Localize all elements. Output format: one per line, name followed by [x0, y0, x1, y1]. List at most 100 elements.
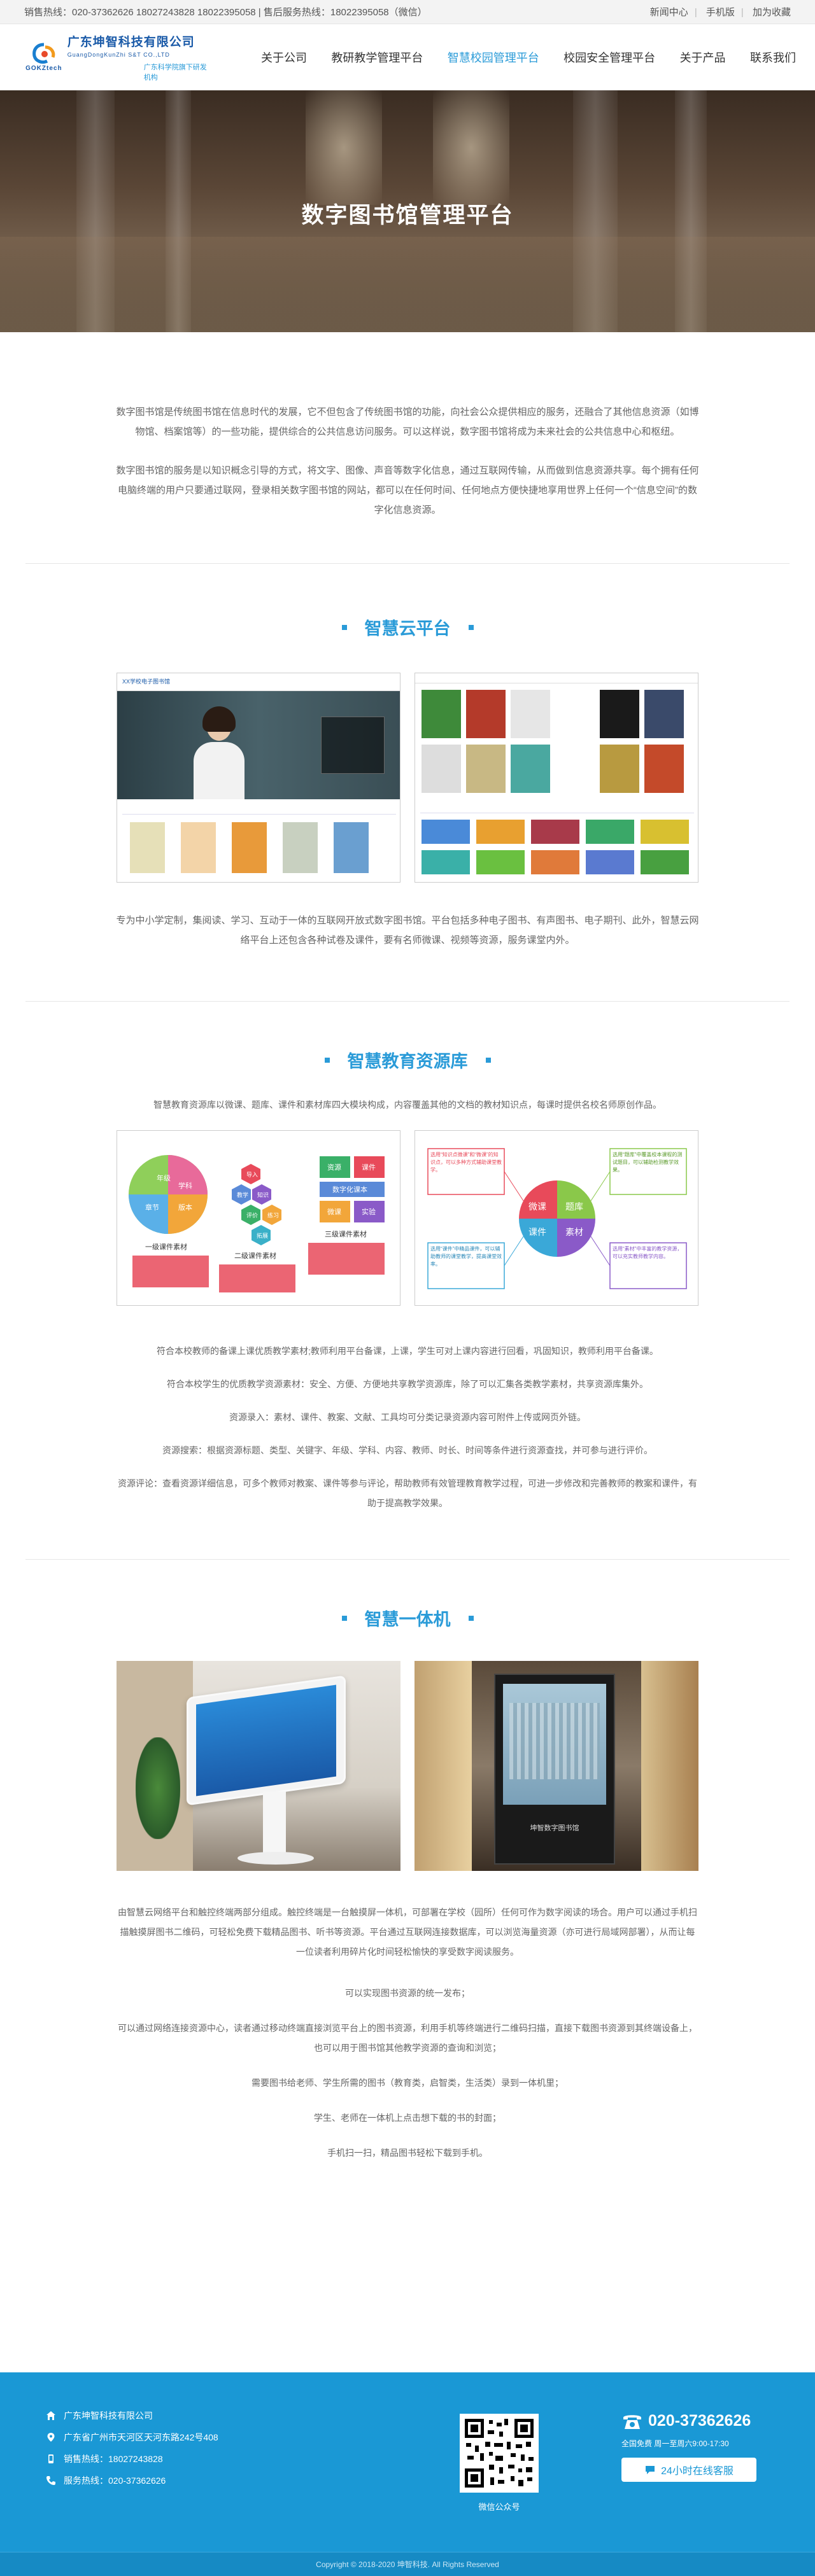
book-cover: [334, 822, 369, 873]
book-cover: [511, 690, 550, 738]
book-cover: [600, 745, 639, 793]
qr-code-icon: [460, 2414, 539, 2493]
level-label: 三级课件素材: [325, 1229, 367, 1238]
title-dot: [324, 1057, 330, 1063]
section-title-cloud: 智慧云平台: [0, 615, 815, 640]
quadrant-note: 选用“素材”中丰富的教学资源，可以充实教师教学内容。: [613, 1246, 683, 1259]
plant-shape: [136, 1737, 180, 1839]
footer-contact: 广东坤智科技有限公司 广东省广州市天河区天河东路242号408 销售热线：180…: [46, 2409, 218, 2496]
title-dot: [485, 1057, 491, 1063]
logo-icon: [32, 43, 55, 64]
hero-floor: [0, 237, 815, 332]
company-english: GuangDongKunZhi S&T CO.,LTD: [67, 51, 170, 58]
cloud-description: 专为中小学定制，集阅读、学习、互动于一体的互联网开放式数字图书馆。平台包括多种电…: [116, 915, 699, 946]
book-cover: [644, 690, 684, 738]
resource-paragraph: 资源录入：素材、课件、教案、文献、工具均可分类记录资源内容可附件上传或网页外链。: [229, 1412, 586, 1422]
footer-company: 广东坤智科技有限公司: [64, 2411, 153, 2421]
footer-sales-row: 销售热线：18027243828: [46, 2453, 218, 2465]
kiosk-base: [237, 1852, 314, 1865]
page: 销售热线：020-37362626 18027243828 1802239505…: [0, 0, 815, 2576]
qr-label: 微信公众号: [478, 2502, 520, 2512]
section-title-resource: 智慧教育资源库: [0, 1047, 815, 1072]
online-service-label: 24小时在线客服: [661, 2466, 734, 2477]
footer-address-row: 广东省广州市天河区天河东路242号408: [46, 2431, 218, 2444]
book-cover: [586, 850, 634, 874]
nav-campus-security[interactable]: 校园安全管理平台: [563, 43, 655, 72]
kiosk-paragraphs: 由智慧云网络平台和触控终端两部分组成。触控终端是一台触摸屏一体机，可部署在学校（…: [0, 1903, 815, 2163]
book-cover: [422, 745, 461, 793]
nav-about[interactable]: 关于公司: [261, 43, 307, 72]
top-links: 新闻中心 | 手机版 | 加为收藏: [644, 5, 791, 18]
home-icon: [46, 2411, 55, 2420]
chat-icon: [646, 2466, 655, 2474]
title-dot: [468, 624, 474, 630]
intro-paragraph: 数字图书馆的服务是以知识概念引导的方式，将文字、图像、声音等数字化信息，通过互联…: [116, 465, 699, 515]
company-name: 广东坤智科技有限公司: [67, 35, 195, 49]
block-label: 资源: [327, 1163, 341, 1172]
quadrant-label: 课件: [528, 1227, 546, 1237]
screen-content: [196, 1684, 336, 1796]
telephone-icon: [623, 2414, 641, 2429]
kiosk-photo-left: [117, 1661, 400, 1871]
hex-label: 知识: [257, 1191, 269, 1198]
logo-brand-block: GOKZtech: [25, 42, 62, 72]
resource-subtitle: 智慧教育资源库以微课、题库、课件和素材库四大模块构成，内容覆盖其他的文档的教材知…: [153, 1100, 662, 1110]
hero-banner: 数字图书馆管理平台: [0, 90, 815, 332]
qr-block: 微信公众号: [460, 2414, 539, 2512]
column-right: [641, 1661, 698, 1871]
quadrant-note: 选用“知识点微课”和“微课”的知识点，可以多种方式辅助课堂教学。: [430, 1152, 502, 1173]
kiosk-title: 智慧一体机: [364, 1610, 451, 1629]
kiosk-body: 坤智数字图书馆: [494, 1674, 615, 1865]
cloud-screenshot-left: XX学校电子图书馆: [117, 673, 400, 883]
logo[interactable]: GOKZtech 广东坤智科技有限公司 GuangDongKunZhi S&T …: [25, 32, 210, 82]
book-cover: [130, 822, 165, 873]
book-cover: [476, 850, 525, 874]
quadrant-label: 素材: [565, 1227, 583, 1237]
footer-phone: 020-37362626: [648, 2412, 751, 2430]
hero-light: [306, 90, 382, 205]
resource-images: 年级 学科 版本 章节 导入 教学 知识 评价 练习 拓展 资源 课件 数字化课…: [0, 1130, 815, 1306]
book-cover: [232, 822, 267, 873]
separator: |: [694, 7, 697, 18]
screen-header: XX学校电子图书馆: [117, 673, 400, 691]
separator: |: [741, 7, 744, 18]
resource-paragraph: 符合本校学生的优质教学资源素材：安全、方便、方便地共享教学资源库，除了可以汇集各…: [167, 1379, 648, 1389]
location-icon: [47, 2433, 55, 2442]
kiosk-images: 坤智数字图书馆: [0, 1661, 815, 1871]
section-title-kiosk: 智慧一体机: [0, 1606, 815, 1630]
nav-contact[interactable]: 联系我们: [750, 43, 796, 72]
phone-icon: [46, 2476, 55, 2485]
cloud-screenshot-right: [415, 673, 698, 883]
book-cover: [511, 745, 550, 793]
mobile-icon: [48, 2454, 53, 2463]
nav-teaching[interactable]: 教研教学管理平台: [331, 43, 423, 72]
divider: [25, 1559, 790, 1560]
footer-service-row: 服务热线：020-37362626: [46, 2474, 218, 2487]
footer: 广东坤智科技有限公司 广东省广州市天河区天河东路242号408 销售热线：180…: [0, 2372, 815, 2576]
resource-diagram-left: 年级 学科 版本 章节 导入 教学 知识 评价 练习 拓展 资源 课件 数字化课…: [117, 1130, 400, 1306]
hotline-text: 销售热线：020-37362626 18027243828 1802239505…: [24, 7, 427, 18]
block-label: 数字化课本: [332, 1185, 367, 1194]
login-box: [321, 717, 385, 774]
book-cover: [531, 850, 579, 874]
screen-sub-header: [420, 804, 694, 813]
level-label: 二级课件素材: [234, 1251, 276, 1260]
online-service-button[interactable]: 24小时在线客服: [621, 2458, 756, 2482]
top-link-news[interactable]: 新闻中心: [650, 7, 688, 18]
book-cover: [586, 820, 634, 844]
top-link-favorite[interactable]: 加为收藏: [753, 7, 791, 18]
book-cover: [422, 850, 470, 874]
footer-hours: 全国免费 周一至周六9:00-17:30: [621, 2439, 729, 2448]
resource-paragraph: 资源搜索：根据资源标题、类型、关键字、年级、学科、内容、教师、时长、时间等条件进…: [162, 1445, 653, 1455]
quadrant-note: 选用“课件”中精品课件，可以辅助教师的课堂教学，提高课堂效率。: [430, 1246, 502, 1267]
nav-products[interactable]: 关于产品: [680, 43, 726, 72]
top-link-mobile[interactable]: 手机版: [706, 7, 735, 18]
copyright: Copyright © 2018-2020 坤智科技. All Rights R…: [0, 2552, 815, 2576]
book-cover: [466, 745, 506, 793]
book-cover: [531, 820, 579, 844]
nav-smart-campus[interactable]: 智慧校园管理平台: [448, 43, 539, 72]
hex-label: 导入: [246, 1172, 258, 1178]
resource-diagram-chart: 年级 学科 版本 章节 导入 教学 知识 评价 练习 拓展 资源 课件 数字化课…: [129, 1155, 385, 1292]
diagram-label: 年级: [157, 1173, 171, 1182]
hero-light: [433, 90, 509, 205]
